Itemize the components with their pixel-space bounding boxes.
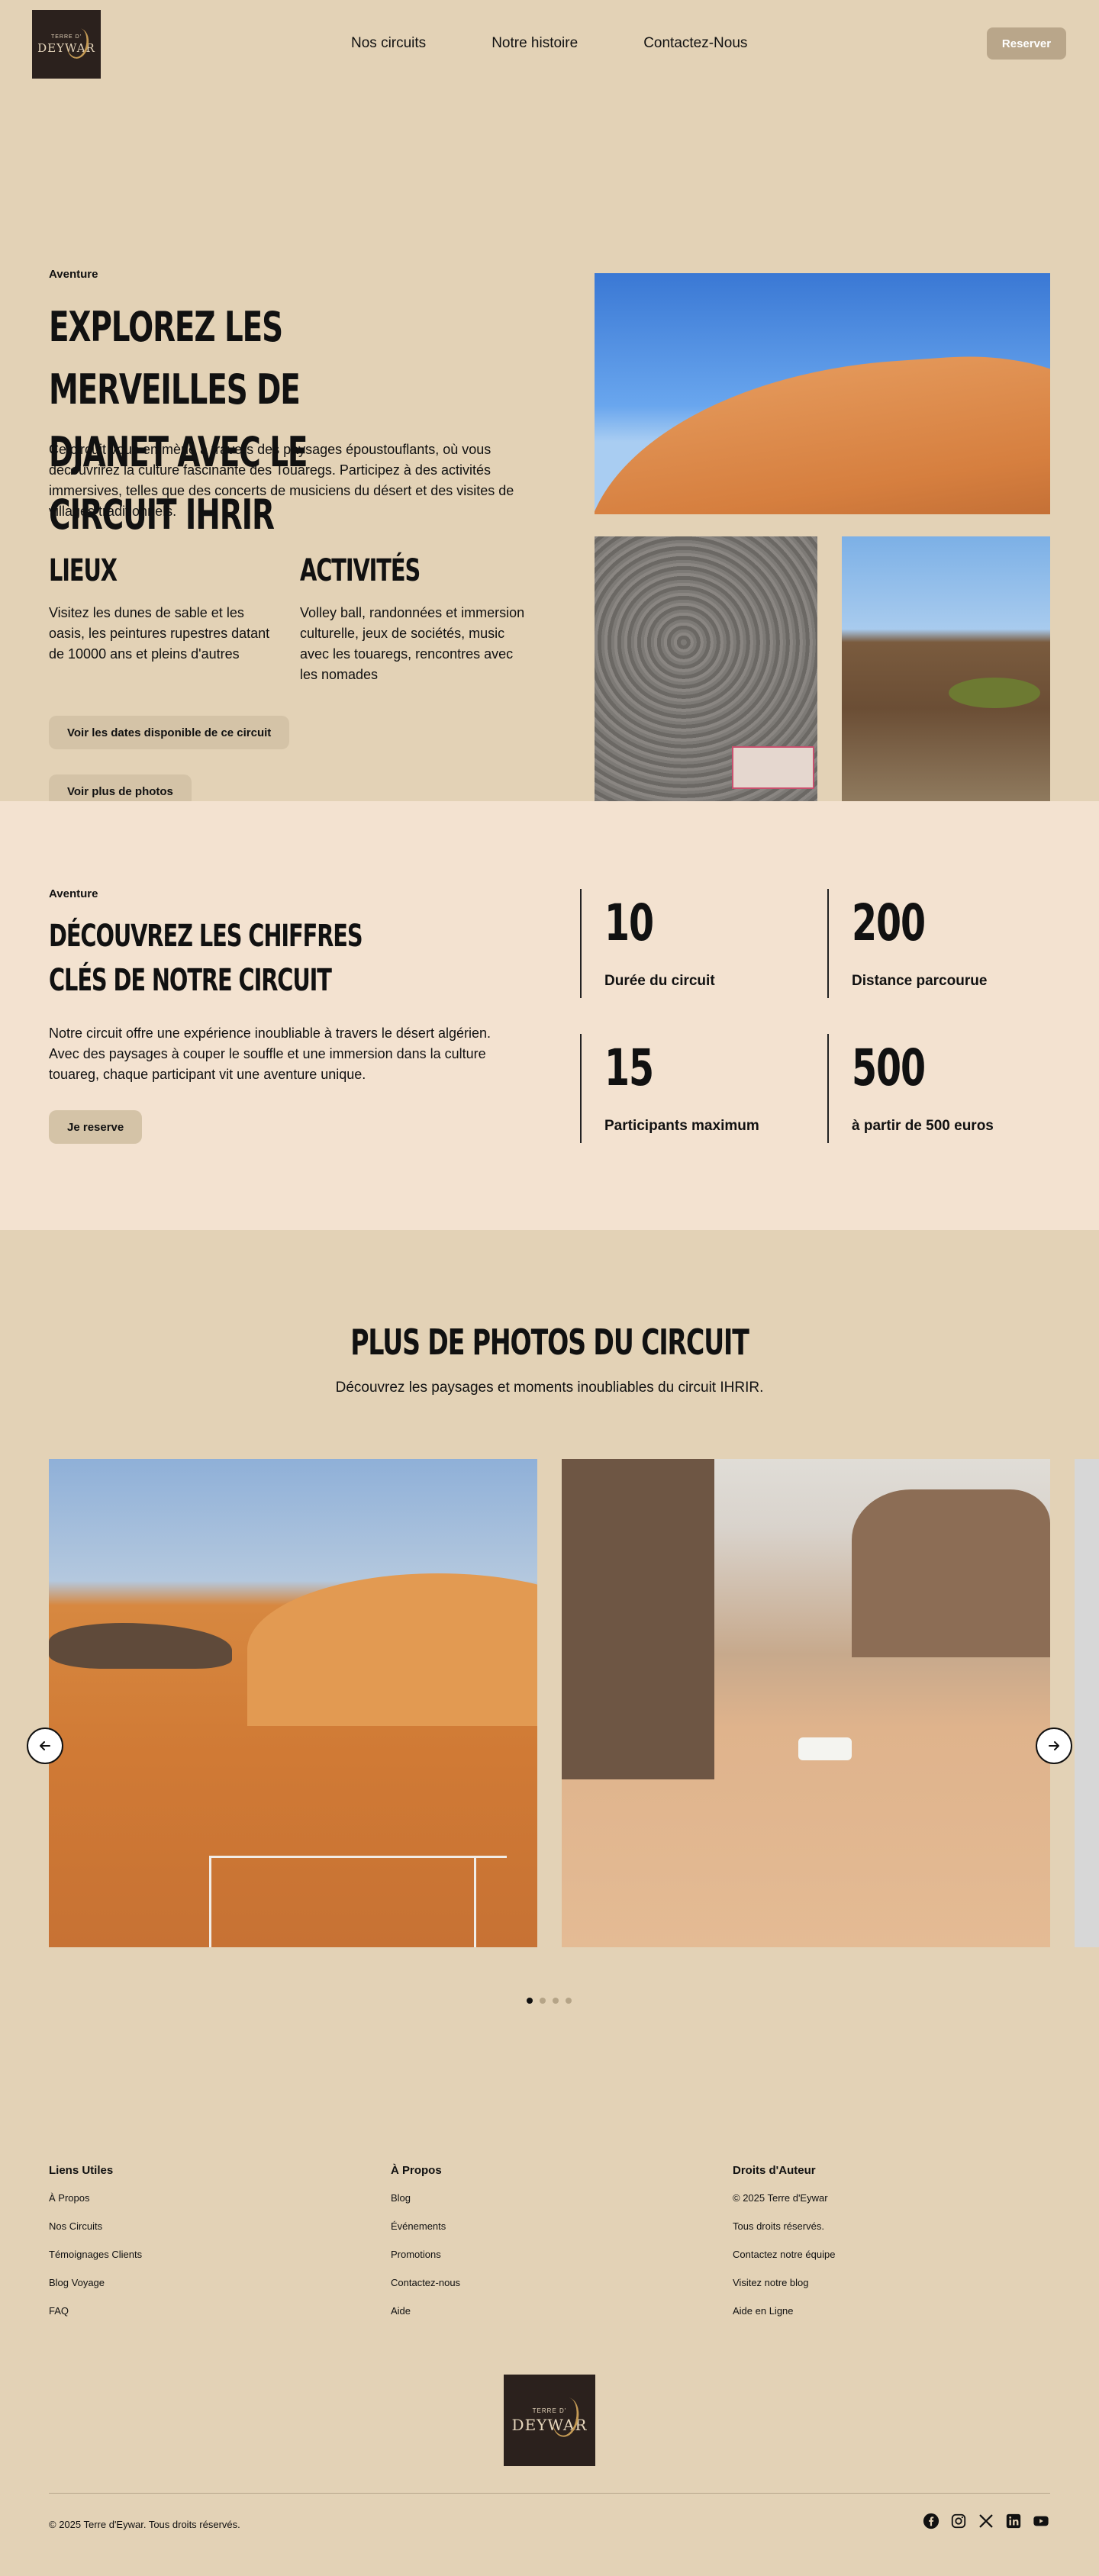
footer-link[interactable]: Aide [391, 2305, 460, 2317]
gallery-slide-dunes[interactable] [49, 1459, 537, 1947]
lieux-text: Visitez les dunes de sable et les oasis,… [49, 605, 270, 662]
stat-distance: 200 Distance parcourue [827, 889, 987, 998]
je-reserve-button[interactable]: Je reserve [49, 1110, 143, 1144]
nav-contactez-nous[interactable]: Contactez-Nous [643, 35, 747, 52]
footer-heading: Liens Utiles [49, 2164, 114, 2177]
footer-link[interactable]: Promotions [391, 2249, 460, 2261]
arrow-left-icon[interactable] [27, 1728, 63, 1764]
stat-price: 500 à partir de 500 euros [827, 1034, 994, 1143]
stat-label: Durée du circuit [604, 973, 715, 989]
gallery-slide-next-peek[interactable] [1075, 1459, 1099, 1947]
gallery-subtitle: Découvrez les paysages et moments inoubl… [335, 1380, 764, 1396]
footer-link[interactable]: Nos Circuits [49, 2220, 142, 2233]
canyon-photo [842, 536, 1050, 801]
social-links [923, 2513, 1049, 2529]
stat-number: 15 [604, 1038, 654, 1097]
activites-heading: ACTIVITÉS [300, 553, 421, 588]
lieux-heading: LIEUX [49, 553, 118, 588]
volleyball-net-image [209, 1856, 507, 1947]
nav-nos-circuits[interactable]: Nos circuits [351, 35, 426, 52]
stats-eyebrow: Aventure [49, 887, 98, 900]
stat-label: à partir de 500 euros [852, 1118, 994, 1134]
rock-art-photo [595, 536, 817, 801]
banknote-image [732, 746, 814, 789]
footer-copyright: © 2025 Terre d'Eywar. Tous droits réserv… [49, 2519, 240, 2530]
footer-link[interactable]: Blog [391, 2192, 460, 2204]
activites-block: ACTIVITÉS Volley ball, randonnées et imm… [300, 552, 529, 685]
gallery-section: PLUS DE PHOTOS DU CIRCUIT Découvrez les … [0, 1230, 1099, 2042]
stat-number: 10 [604, 894, 654, 952]
carousel-dot[interactable] [527, 1998, 533, 2004]
footer-link[interactable]: Témoignages Clients [49, 2249, 142, 2261]
site-footer: Liens Utiles À Propos Nos Circuits Témoi… [0, 2042, 1099, 2576]
hero-section: Aventure EXPLOREZ LES MERVEILLES DE DJAN… [0, 92, 1099, 808]
footer-link[interactable]: © 2025 Terre d'Eywar [733, 2192, 835, 2204]
carousel-dot[interactable] [553, 1998, 559, 2004]
gallery-slide-canyon[interactable] [562, 1459, 1050, 1947]
footer-link[interactable]: À Propos [49, 2192, 142, 2204]
footer-link[interactable]: Contactez notre équipe [733, 2249, 835, 2261]
nav-notre-histoire[interactable]: Notre histoire [491, 35, 578, 52]
footer-column-droits: Droits d'Auteur © 2025 Terre d'Eywar Tou… [733, 2164, 835, 2333]
footer-logo[interactable]: TERRE D' DEYWAR [504, 2375, 595, 2466]
footer-column-a-propos: À Propos Blog Événements Promotions Cont… [391, 2164, 460, 2333]
footer-divider [49, 2493, 1050, 2494]
x-icon[interactable] [978, 2513, 994, 2529]
stats-title: DÉCOUVREZ LES CHIFFRES CLÉS DE NOTRE CIR… [49, 919, 363, 998]
jeep-image [798, 1737, 852, 1760]
footer-column-liens-utiles: Liens Utiles À Propos Nos Circuits Témoi… [49, 2164, 142, 2333]
linkedin-icon[interactable] [1005, 2513, 1022, 2529]
stat-label: Participants maximum [604, 1118, 759, 1134]
footer-heading: À Propos [391, 2164, 442, 2177]
main-nav: Nos circuits Notre histoire Contactez-No… [351, 35, 747, 52]
footer-heading: Droits d'Auteur [733, 2164, 816, 2177]
instagram-icon[interactable] [950, 2513, 967, 2529]
site-header: TERRE D' DEYWAR Nos circuits Notre histo… [0, 0, 1099, 92]
arrow-right-icon[interactable] [1036, 1728, 1072, 1764]
footer-link[interactable]: Tous droits réservés. [733, 2220, 835, 2233]
activites-text: Volley ball, randonnées et immersion cul… [300, 605, 525, 682]
footer-link[interactable]: Événements [391, 2220, 460, 2233]
dune-photo [595, 273, 1050, 514]
carousel-dot[interactable] [540, 1998, 546, 2004]
stat-duration: 10 Durée du circuit [580, 889, 715, 998]
crescent-icon [64, 26, 92, 61]
stat-label: Distance parcourue [852, 973, 988, 989]
lieux-block: LIEUX Visitez les dunes de sable et les … [49, 552, 278, 665]
carousel-dot[interactable] [566, 1998, 572, 2004]
facebook-icon[interactable] [923, 2513, 939, 2529]
stat-number: 500 [852, 1038, 926, 1097]
footer-link[interactable]: Contactez-nous [391, 2277, 460, 2289]
available-dates-button[interactable]: Voir les dates disponible de ce circuit [49, 716, 290, 749]
stat-number: 200 [852, 894, 926, 952]
site-logo[interactable]: TERRE D' DEYWAR [32, 10, 101, 79]
footer-link[interactable]: FAQ [49, 2305, 142, 2317]
footer-link[interactable]: Aide en Ligne [733, 2305, 835, 2317]
stats-section: Aventure DÉCOUVREZ LES CHIFFRES CLÉS DE … [0, 801, 1099, 1230]
hero-eyebrow: Aventure [49, 268, 98, 281]
stats-description: Notre circuit offre une expérience inoub… [49, 1026, 491, 1082]
stat-participants: 15 Participants maximum [580, 1034, 759, 1143]
reserve-button[interactable]: Reserver [987, 27, 1066, 60]
gallery-title: PLUS DE PHOTOS DU CIRCUIT [350, 1322, 749, 1363]
hero-description: Ce circuit vous emmène à travers des pay… [49, 442, 514, 519]
carousel-dots [527, 1998, 572, 2004]
footer-link[interactable]: Visitez notre blog [733, 2277, 835, 2289]
youtube-icon[interactable] [1033, 2513, 1049, 2529]
footer-link[interactable]: Blog Voyage [49, 2277, 142, 2289]
